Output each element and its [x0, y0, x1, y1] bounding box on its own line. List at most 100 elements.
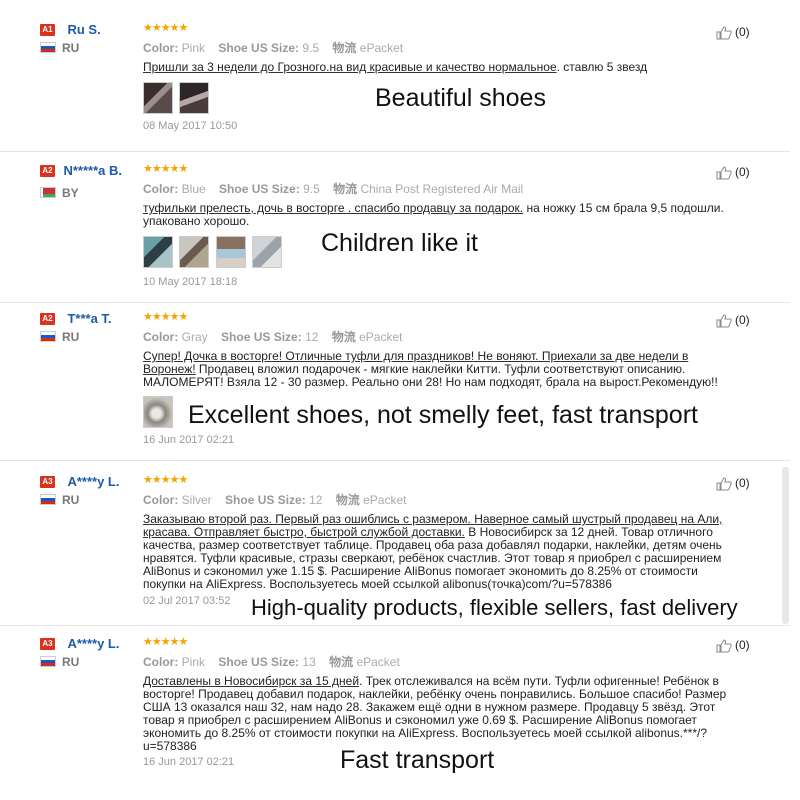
helpful-button[interactable]: (0): [716, 25, 750, 40]
helpful-button[interactable]: (0): [716, 476, 750, 491]
size-value: 9.5: [303, 182, 320, 196]
thumbs-up-icon: [716, 166, 732, 180]
color-value: Pink: [181, 41, 206, 55]
buyer-level-badge: A3: [40, 475, 55, 488]
annotation-caption: Excellent shoes, not smelly feet, fast t…: [188, 401, 698, 429]
color-label: Color:: [143, 182, 179, 196]
shipping-label: 物流: [329, 655, 354, 669]
size-value: 12: [309, 493, 323, 507]
reviewer-country: RU: [62, 655, 80, 670]
review-item: A2 T***a T. RU ★★★★★ Color: Gray Shoe US…: [0, 311, 790, 461]
review-photo-thumbnail[interactable]: [215, 236, 246, 268]
buyer-level-badge: A3: [40, 637, 55, 650]
thumbs-up-icon: [716, 477, 732, 491]
scrollbar[interactable]: [782, 467, 789, 624]
review-photo-thumbnail[interactable]: [252, 236, 283, 268]
annotation-caption: Beautiful shoes: [375, 84, 546, 112]
review-photo-thumbnail[interactable]: [179, 82, 210, 114]
rating-stars: ★★★★★: [143, 311, 188, 323]
helpful-count: (0): [735, 165, 750, 179]
shipping-label: 物流: [332, 41, 357, 55]
annotation-caption: Children like it: [321, 229, 479, 257]
review-photo-thumbnail[interactable]: [179, 236, 210, 268]
reviewer-name[interactable]: A****y L.: [67, 474, 119, 489]
annotation-caption: Fast transport: [340, 746, 495, 774]
helpful-count: (0): [735, 476, 750, 490]
thumbs-up-icon: [716, 639, 732, 653]
belarus-flag-icon: [40, 187, 56, 199]
helpful-count: (0): [735, 313, 750, 327]
size-label: Shoe US Size:: [218, 41, 300, 55]
reviewer-name[interactable]: A****y L.: [67, 636, 119, 651]
thumbs-up-icon: [716, 26, 732, 40]
reviewer-info: A2 N*****a B. BY: [40, 163, 135, 200]
shipping-value: ePacket: [363, 493, 407, 507]
review-text: Супер! Дочка в восторге! Отличные туфли …: [143, 350, 733, 389]
reviewer-info: A3 A****y L. RU: [40, 474, 135, 507]
buyer-level-badge: A1: [40, 23, 55, 36]
helpful-button[interactable]: (0): [716, 313, 750, 328]
review-item: A2 N*****a B. BY ★★★★★ Color: Blue Shoe …: [0, 163, 790, 303]
review-photo-thumbnail[interactable]: [143, 396, 173, 428]
shipping-value: ePacket: [356, 655, 400, 669]
review-text-highlight: туфильки прелесть, дочь в восторге . спа…: [143, 201, 524, 215]
reviewer-name[interactable]: T***a T.: [67, 311, 111, 326]
review-text-rest: . ставлю 5 звезд: [556, 60, 648, 74]
reviewer-country: RU: [62, 41, 80, 56]
annotation-caption: High-quality products, flexible sellers,…: [251, 595, 738, 620]
reviewer-info: A2 T***a T. RU: [40, 311, 135, 344]
review-photo-thumbnail[interactable]: [143, 236, 173, 268]
size-value: 12: [305, 330, 319, 344]
buyer-level-badge: A2: [40, 312, 55, 325]
review-text: Заказываю второй раз. Первый раз ошиблис…: [143, 513, 743, 591]
shipping-value: ePacket: [359, 41, 404, 55]
helpful-button[interactable]: (0): [716, 165, 750, 180]
review-date: 08 May 2017 10:50: [143, 120, 238, 132]
review-item: A1 Ru S. RU ★★★★★ Color: Pink Shoe US Si…: [0, 22, 790, 152]
shipping-label: 物流: [335, 493, 360, 507]
helpful-button[interactable]: (0): [716, 638, 750, 653]
review-body: ★★★★★ Color: Blue Shoe US Size: 9.5 物流 C…: [143, 163, 763, 288]
color-value: Pink: [181, 655, 206, 669]
shipping-label: 物流: [333, 182, 358, 196]
size-label: Shoe US Size:: [225, 493, 306, 507]
reviewer-name[interactable]: Ru S.: [67, 22, 100, 37]
color-label: Color:: [143, 655, 179, 669]
order-info: Color: Gray Shoe US Size: 12 物流 ePacket: [143, 328, 763, 345]
rating-stars: ★★★★★: [143, 163, 188, 175]
review-item: A3 A****y L. RU ★★★★★ Color: Silver Shoe…: [0, 474, 790, 626]
reviewer-country: BY: [62, 186, 79, 201]
shipping-value: ePacket: [359, 330, 403, 344]
order-info: Color: Silver Shoe US Size: 12 物流 ePacke…: [143, 491, 763, 508]
review-text-highlight: Доставлены в Новосибирск за 15 дней: [143, 674, 360, 688]
helpful-count: (0): [735, 638, 750, 652]
color-label: Color:: [143, 493, 179, 507]
order-info: Color: Blue Shoe US Size: 9.5 物流 China P…: [143, 180, 763, 197]
rating-stars: ★★★★★: [143, 636, 188, 648]
order-info: Color: Pink Shoe US Size: 13 物流 ePacket: [143, 653, 763, 670]
color-value: Silver: [181, 493, 212, 507]
review-text: туфильки прелесть, дочь в восторге . спа…: [143, 202, 763, 228]
thumbs-up-icon: [716, 314, 732, 328]
size-value: 13: [302, 655, 316, 669]
review-text: Доставлены в Новосибирск за 15 дней. Тре…: [143, 675, 743, 753]
review-text-rest: Продавец вложил подарочек - мягкие накле…: [143, 362, 718, 389]
review-photo-thumbnail[interactable]: [143, 82, 173, 114]
color-value: Blue: [181, 182, 206, 196]
review-body: ★★★★★ Color: Silver Shoe US Size: 12 物流 …: [143, 474, 763, 607]
reviewer-name[interactable]: N*****a B.: [63, 163, 122, 178]
rating-stars: ★★★★★: [143, 22, 188, 34]
reviewer-info: A3 A****y L. RU: [40, 636, 135, 669]
order-info: Color: Pink Shoe US Size: 9.5 物流 ePacket: [143, 39, 763, 56]
review-date: 16 Jun 2017 02:21: [143, 434, 235, 446]
shipping-label: 物流: [331, 330, 356, 344]
color-label: Color:: [143, 330, 179, 344]
size-label: Shoe US Size:: [221, 330, 302, 344]
russia-flag-icon: [40, 42, 56, 54]
size-value: 9.5: [302, 41, 320, 55]
color-value: Gray: [181, 330, 208, 344]
size-label: Shoe US Size:: [218, 655, 300, 669]
reviewer-country: RU: [62, 493, 80, 508]
color-label: Color:: [143, 41, 179, 55]
review-date: 10 May 2017 18:18: [143, 276, 238, 288]
